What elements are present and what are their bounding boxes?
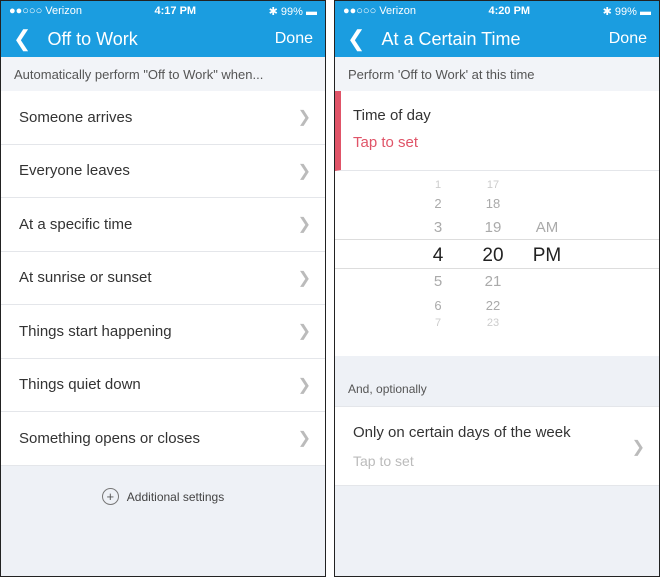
picker-option[interactable]: 3 [423,219,453,236]
picker-option[interactable]: PM [529,245,565,267]
chevron-right-icon: ❯ [297,430,311,448]
list-item-label: Everyone leaves [19,162,130,180]
time-of-day-label: Time of day [353,107,431,124]
chevron-right-icon: ❯ [297,109,311,127]
list-item[interactable]: Everyone leaves ❯ [1,144,325,198]
clock: 4:20 PM [488,5,531,17]
time-of-day-row[interactable]: Time of day Tap to set [335,91,659,171]
back-icon[interactable]: ❮ [13,26,31,52]
picker-option[interactable]: 5 [423,273,453,290]
nav-bar: ❮ Off to Work Done [1,21,325,57]
picker-option[interactable]: 4 [423,245,453,267]
list-item-label: At sunrise or sunset [19,269,152,287]
picker-option[interactable]: 19 [475,219,511,236]
list-item[interactable]: Things quiet down ❯ [1,358,325,412]
picker-option[interactable]: 1 [423,179,453,191]
clock: 4:17 PM [154,5,197,17]
list-item[interactable]: Someone arrives ❯ [1,91,325,145]
list-item[interactable]: Something opens or closes ❯ [1,412,325,466]
time-of-day-value: Tap to set [353,134,419,151]
time-picker[interactable]: 1234567 17 18 19 20 21 22 23 AM PM [335,171,659,356]
period-wheel[interactable]: AM PM [529,171,565,356]
done-button[interactable]: Done [609,30,647,48]
picker-option[interactable]: AM [529,219,565,236]
page-title: Off to Work [47,28,138,49]
chevron-right-icon: ❯ [297,216,311,234]
battery: ✱ 99% ▬ [268,5,317,18]
hour-wheel[interactable]: 1 2 3 4 5 6 7 [423,171,453,356]
done-button[interactable]: Done [275,30,313,48]
section-header: Perform 'Off to Work' at this time [335,57,659,91]
chevron-right-icon: ❯ [631,439,645,456]
days-label: Only on certain days of the week [353,424,571,441]
left-screen: ●●○○○ Verizon 4:17 PM ✱ 99% ▬ ❮ Off to W… [0,0,326,577]
list-item-label: Someone arrives [19,108,133,126]
picker-option[interactable]: 7 [423,317,453,329]
minute-wheel[interactable]: 17 18 19 20 21 22 23 [475,171,511,356]
page-title: At a Certain Time [381,28,521,49]
picker-option[interactable]: 22 [475,298,511,313]
chevron-right-icon: ❯ [297,376,311,394]
list-item[interactable]: Things start happening ❯ [1,305,325,359]
right-screen: ●●○○○ Verizon 4:20 PM ✱ 99% ▬ ❮ At a Cer… [334,0,660,577]
nav-bar: ❮ At a Certain Time Done [335,21,659,57]
battery: ✱ 99% ▬ [602,5,651,18]
additional-settings-label: Additional settings [126,489,225,504]
chevron-right-icon: ❯ [297,269,311,287]
days-value: Tap to set [353,453,414,469]
list-item-label: Things start happening [19,322,172,340]
additional-settings-button[interactable]: + Additional settings [1,466,325,528]
optional-header: And, optionally [348,382,427,396]
plus-icon: + [101,488,119,505]
status-bar: ●●○○○ Verizon 4:20 PM ✱ 99% ▬ [335,1,659,21]
status-bar: ●●○○○ Verizon 4:17 PM ✱ 99% ▬ [1,1,325,21]
chevron-right-icon: ❯ [297,162,311,180]
list-item-label: Something opens or closes [19,429,200,447]
days-of-week-row[interactable]: Only on certain days of the week Tap to … [335,406,659,486]
list-item-label: Things quiet down [19,376,141,394]
list-item[interactable]: At sunrise or sunset ❯ [1,251,325,305]
section-header: Automatically perform "Off to Work" when… [1,57,325,91]
picker-option[interactable]: 18 [475,196,511,211]
list-item[interactable]: At a specific time ❯ [1,198,325,252]
carrier: ●●○○○ Verizon [9,5,82,17]
back-icon[interactable]: ❮ [347,26,365,52]
picker-option[interactable]: 23 [475,317,511,329]
carrier: ●●○○○ Verizon [343,5,416,17]
picker-option[interactable]: 6 [423,298,453,313]
list-item-label: At a specific time [19,215,133,233]
picker-option[interactable]: 17 [475,179,511,191]
picker-option[interactable]: 2 [423,196,453,211]
picker-option[interactable]: 21 [475,273,511,290]
picker-option[interactable]: 20 [475,245,511,267]
chevron-right-icon: ❯ [297,323,311,341]
